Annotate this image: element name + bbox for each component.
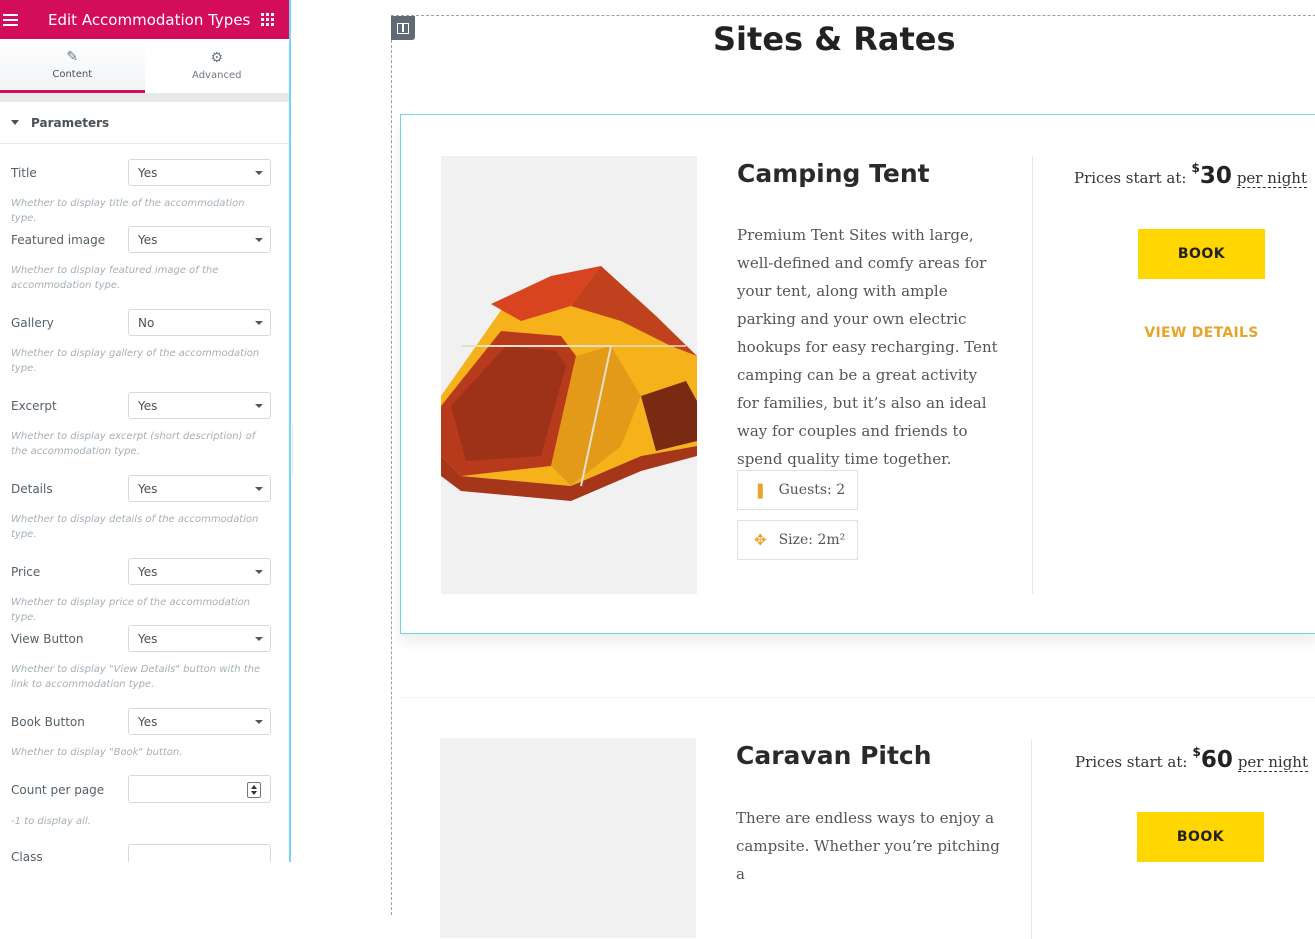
tab-advanced-label: Advanced (192, 70, 242, 81)
control-count-per-page: Count per page -1 to display all. (11, 775, 271, 835)
currency-symbol: $ (1192, 745, 1201, 759)
control-label: View Button (11, 632, 84, 646)
featured-image-select[interactable]: Yes (128, 226, 271, 253)
control-label: Count per page (11, 783, 105, 797)
accommodation-excerpt: Premium Tent Sites with large, well-defi… (737, 226, 998, 468)
caret-down-icon (11, 120, 19, 125)
control-label: Excerpt (11, 399, 57, 413)
currency-symbol: $ (1191, 161, 1200, 175)
control-description: Whether to display "View Details" button… (11, 664, 261, 690)
column-divider (1032, 156, 1033, 594)
attribute-guests: ❚ Guests: 2 (737, 470, 859, 510)
control-label: Price (11, 565, 41, 579)
size-text: Size: 2m² (778, 532, 846, 548)
control-gallery: Gallery No Whether to display gallery of… (11, 309, 271, 379)
control-description: -1 to display all. (11, 816, 91, 827)
gallery-select[interactable]: No (128, 309, 271, 336)
count-per-page-input[interactable] (128, 775, 271, 803)
tab-content-label: Content (52, 68, 93, 80)
guests-text: Guests: 2 (778, 482, 846, 498)
book-button[interactable]: BOOK (1137, 812, 1264, 862)
control-label: Featured image (11, 233, 106, 247)
control-description: Whether to display price of the accommod… (11, 597, 250, 623)
control-price: Price Yes Whether to display price of th… (11, 558, 271, 623)
control-label: Details (11, 482, 53, 496)
section-handle-icon[interactable] (391, 16, 415, 40)
control-label: Class (11, 850, 43, 862)
accommodation-image[interactable] (440, 738, 696, 938)
excerpt-select[interactable]: Yes (128, 392, 271, 419)
section-title: Parameters (31, 115, 110, 130)
control-excerpt: Excerpt Yes Whether to display excerpt (… (11, 392, 271, 462)
book-button[interactable]: BOOK (1138, 229, 1265, 279)
accommodation-image[interactable] (441, 156, 697, 594)
tab-separator (0, 93, 289, 102)
person-icon: ❚ (754, 481, 767, 499)
control-description: Whether to display excerpt (short descri… (11, 431, 256, 457)
accommodation-card: Caravan Pitch There are endless ways to … (400, 697, 1315, 939)
price-period[interactable]: per night (1236, 169, 1307, 188)
number-spinner[interactable] (247, 782, 261, 798)
panel-header: Edit Accommodation Types (0, 0, 289, 39)
control-details: Details Yes Whether to display details o… (11, 475, 271, 545)
section-toggle-parameters[interactable]: Parameters (0, 102, 289, 144)
title-select[interactable]: Yes (128, 159, 271, 186)
price-prefix: Prices start at: (1073, 169, 1187, 187)
tab-advanced[interactable]: ⚙ Advanced (145, 39, 290, 93)
control-description: Whether to display gallery of the accomm… (11, 348, 260, 374)
page-title: Sites & Rates (713, 20, 956, 58)
price-period[interactable]: per night (1237, 753, 1308, 772)
price-block: Prices start at: $60 per night (1074, 745, 1308, 773)
view-details-link[interactable]: VIEW DETAILS (1138, 325, 1265, 341)
price-amount: $60 (1192, 745, 1233, 773)
control-description: Whether to display "Book" button. (11, 747, 183, 758)
panel-title: Edit Accommodation Types (48, 10, 251, 29)
control-book-button: Book Button Yes Whether to display "Book… (11, 708, 271, 768)
panel-tabs: ✎ Content ⚙ Advanced (0, 39, 289, 93)
view-button-select[interactable]: Yes (128, 625, 271, 652)
control-description: Whether to display featured image of the… (11, 265, 219, 291)
hamburger-menu-icon[interactable] (3, 13, 23, 26)
control-label: Title (11, 166, 37, 180)
control-description: Whether to display title of the accommod… (11, 198, 245, 224)
accommodation-title[interactable]: Caravan Pitch (736, 741, 932, 770)
price-prefix: Prices start at: (1074, 753, 1188, 771)
widgets-grid-icon[interactable] (261, 12, 275, 27)
column-divider (1031, 739, 1032, 939)
price-select[interactable]: Yes (128, 558, 271, 585)
book-button-select[interactable]: Yes (128, 708, 271, 735)
editor-panel: Edit Accommodation Types ✎ Content ⚙ Adv… (0, 0, 291, 862)
control-description: Whether to display details of the accomm… (11, 514, 259, 540)
price-block: Prices start at: $30 per night (1073, 161, 1307, 189)
price-value: 30 (1199, 163, 1232, 189)
class-input[interactable] (128, 844, 271, 862)
control-title: Title Yes Whether to display title of th… (11, 159, 271, 224)
control-label: Book Button (11, 715, 85, 729)
attribute-size: ✥ Size: 2m² (737, 520, 859, 560)
accommodation-excerpt: There are endless ways to enjoy a campsi… (736, 809, 1000, 883)
tab-content[interactable]: ✎ Content (0, 39, 145, 93)
control-label: Gallery (11, 316, 54, 330)
control-featured-image: Featured image Yes Whether to display fe… (11, 226, 271, 296)
gear-icon: ⚙ (210, 50, 224, 66)
pencil-icon: ✎ (66, 48, 79, 65)
arrows-move-icon: ✥ (754, 531, 767, 549)
price-value: 60 (1200, 747, 1233, 773)
tent-image (441, 266, 697, 501)
control-view-button: View Button Yes Whether to display "View… (11, 625, 271, 695)
page-preview: Sites & Rates Camping Tent Premium Tent … (293, 0, 1315, 939)
control-class: Class (11, 844, 271, 862)
accommodation-card: Camping Tent Premium Tent Sites with lar… (400, 114, 1315, 634)
price-amount: $30 (1191, 161, 1232, 189)
details-select[interactable]: Yes (128, 475, 271, 502)
accommodation-title[interactable]: Camping Tent (737, 159, 930, 188)
